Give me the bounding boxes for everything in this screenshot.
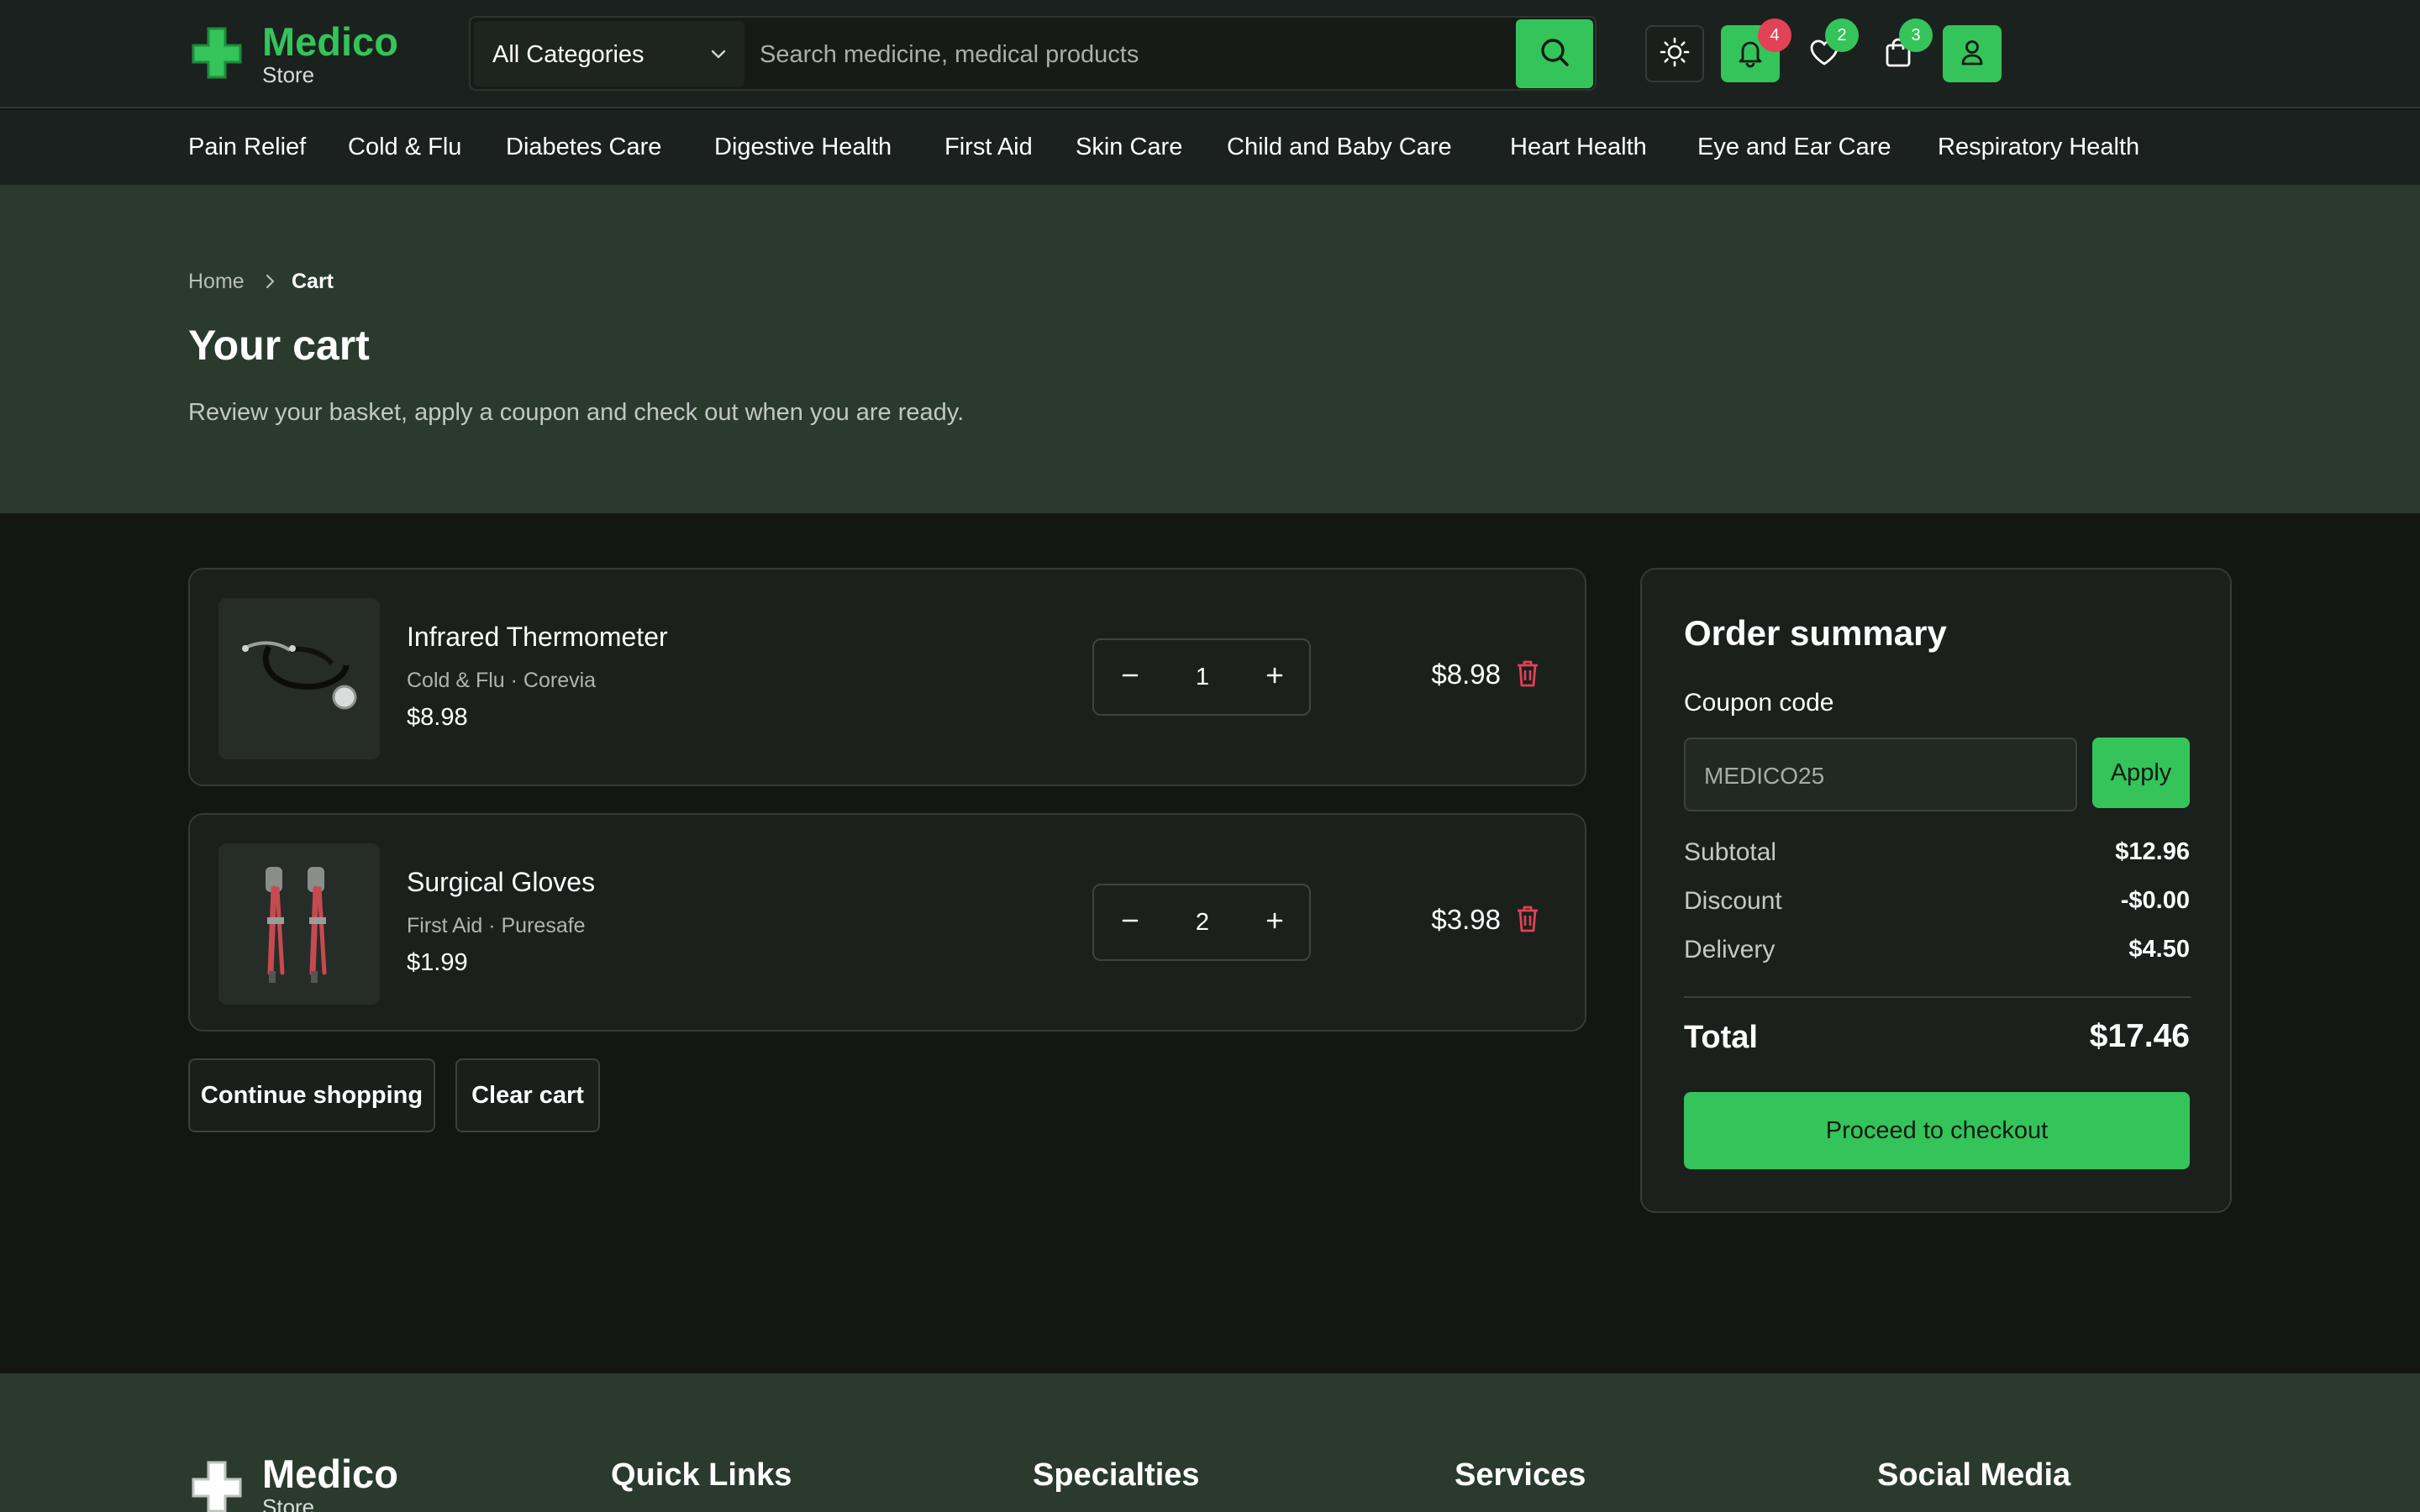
decrease-quantity-button[interactable] [1094, 640, 1166, 714]
trash-icon [1514, 659, 1541, 693]
logo-cross-icon[interactable] [192, 27, 242, 79]
chevron-down-icon [709, 45, 728, 67]
brand-subtitle: Store [262, 62, 315, 87]
discount-label: Discount [1684, 887, 1782, 915]
quantity-stepper: 2 [1092, 884, 1311, 961]
remove-item-button[interactable] [1509, 900, 1546, 941]
quantity-value[interactable]: 2 [1166, 909, 1239, 937]
notifications-badge: 4 [1758, 18, 1791, 52]
increase-quantity-button[interactable] [1239, 640, 1311, 714]
item-name[interactable]: Infrared Thermometer [407, 622, 668, 653]
category-select-value: All Categories [492, 41, 644, 68]
footer-heading-quick-links: Quick Links [611, 1457, 792, 1493]
search-button[interactable] [1516, 19, 1593, 88]
user-icon [1956, 36, 1988, 72]
quantity-value[interactable]: 1 [1166, 664, 1239, 691]
product-image-thermometer[interactable] [218, 598, 380, 759]
item-meta: First Aid · Puresafe [407, 914, 586, 937]
site-header: Medico Store All Categories Search medic… [0, 0, 2420, 108]
plus-icon [1264, 664, 1286, 690]
brand-name[interactable]: Medico [262, 22, 398, 61]
breadcrumb-home[interactable]: Home [188, 270, 245, 294]
delivery-value: $4.50 [2128, 936, 2190, 963]
cart-item: Infrared Thermometer Cold & Flu · Corevi… [188, 568, 1586, 786]
cart-button[interactable]: 3 [1869, 18, 1933, 82]
order-summary: Order summary Coupon code MEDICO25 Apply… [1640, 568, 2232, 1213]
product-image-gloves[interactable] [218, 843, 380, 1005]
plus-icon [1264, 910, 1286, 936]
page-hero: Home Cart Your cart Review your basket, … [0, 185, 2420, 513]
account-button[interactable] [1943, 25, 2002, 82]
item-unit-price: $8.98 [407, 704, 468, 731]
theme-toggle-button[interactable] [1645, 25, 1704, 82]
minus-icon [1119, 664, 1141, 690]
nav-item-pain-relief[interactable]: Pain Relief [188, 134, 306, 161]
footer-heading-social-media: Social Media [1877, 1457, 2071, 1493]
summary-divider [1684, 996, 2191, 998]
order-summary-title: Order summary [1684, 613, 1947, 653]
trash-icon [1514, 904, 1541, 938]
notifications-button[interactable]: 4 [1721, 18, 1791, 82]
item-name[interactable]: Surgical Gloves [407, 867, 595, 898]
wishlist-button[interactable]: 2 [1795, 18, 1859, 82]
footer-logo-cross-icon [192, 1461, 242, 1512]
clear-cart-button[interactable]: Clear cart [455, 1058, 600, 1132]
discount-value: -$0.00 [2120, 887, 2190, 914]
coupon-input-value: MEDICO25 [1704, 763, 1825, 789]
nav-item-cold-flu[interactable]: Cold & Flu [348, 134, 461, 161]
breadcrumb-current: Cart [292, 270, 334, 293]
search-icon [1538, 35, 1571, 73]
coupon-input[interactable]: MEDICO25 [1684, 738, 2077, 811]
footer-brand-subtitle: Store [262, 1494, 315, 1512]
proceed-to-checkout-button[interactable]: Proceed to checkout [1684, 1092, 2190, 1169]
site-footer: Medico Store Quick Links Specialties Ser… [0, 1373, 2420, 1512]
nav-item-child-baby-care[interactable]: Child and Baby Care [1227, 134, 1452, 161]
nav-item-respiratory-health[interactable]: Respiratory Health [1938, 134, 2139, 161]
page-description: Review your basket, apply a coupon and c… [188, 399, 965, 426]
footer-heading-services: Services [1455, 1457, 1586, 1493]
apply-coupon-button[interactable]: Apply [2092, 738, 2190, 808]
increase-quantity-button[interactable] [1239, 885, 1311, 959]
nav-item-heart-health[interactable]: Heart Health [1510, 134, 1647, 161]
search-bar: All Categories Search medicine, medical … [469, 16, 1597, 91]
subtotal-label: Subtotal [1684, 838, 1777, 866]
item-line-total: $8.98 [1431, 659, 1501, 690]
footer-brand-name[interactable]: Medico [262, 1451, 398, 1497]
minus-icon [1119, 910, 1141, 936]
cart-badge: 3 [1899, 18, 1933, 52]
quantity-stepper: 1 [1092, 638, 1311, 716]
delivery-label: Delivery [1684, 936, 1776, 963]
nav-item-first-aid[interactable]: First Aid [944, 134, 1033, 161]
nav-item-skin-care[interactable]: Skin Care [1076, 134, 1182, 161]
decrease-quantity-button[interactable] [1094, 885, 1166, 959]
sun-icon [1659, 36, 1691, 72]
item-meta: Cold & Flu · Corevia [407, 669, 597, 692]
item-line-total: $3.98 [1431, 904, 1501, 935]
chevron-right-icon [262, 272, 277, 295]
page-title: Your cart [188, 322, 370, 369]
continue-shopping-button[interactable]: Continue shopping [188, 1058, 435, 1132]
footer-heading-specialties: Specialties [1033, 1457, 1200, 1493]
coupon-label: Coupon code [1684, 689, 1834, 717]
nav-item-digestive-health[interactable]: Digestive Health [714, 134, 892, 161]
nav-item-eye-ear-care[interactable]: Eye and Ear Care [1697, 134, 1891, 161]
cart-item: Surgical Gloves First Aid · Puresafe $1.… [188, 813, 1586, 1032]
total-value: $17.46 [2089, 1018, 2190, 1054]
category-nav: Pain Relief Cold & Flu Diabetes Care Dig… [0, 110, 2420, 185]
nav-item-diabetes-care[interactable]: Diabetes Care [506, 134, 661, 161]
remove-item-button[interactable] [1509, 655, 1546, 696]
total-label: Total [1684, 1020, 1758, 1055]
wishlist-badge: 2 [1825, 18, 1859, 52]
category-select[interactable]: All Categories [474, 21, 744, 87]
item-unit-price: $1.99 [407, 949, 468, 976]
subtotal-value: $12.96 [2115, 838, 2190, 865]
search-input[interactable]: Search medicine, medical products [760, 41, 1139, 69]
